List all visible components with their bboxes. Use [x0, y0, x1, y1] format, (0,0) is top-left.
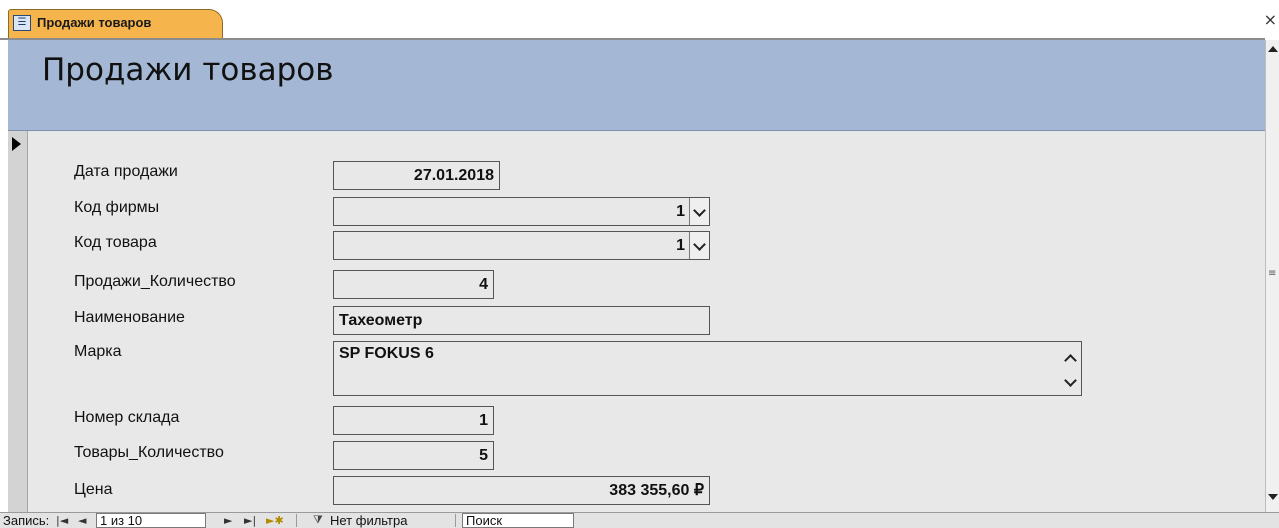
sale-date-field[interactable]: 27.01.2018 — [333, 161, 500, 190]
form-tab[interactable]: ☰ Продажи товаров — [8, 9, 223, 38]
search-input[interactable]: Поиск — [462, 513, 574, 528]
chevron-down-icon[interactable] — [689, 232, 709, 259]
last-record-icon[interactable]: ►| — [244, 513, 256, 528]
nav-separator — [455, 514, 456, 527]
current-record-arrow-icon — [12, 137, 21, 151]
warehouse-field[interactable]: 1 — [333, 406, 494, 435]
name-label: Наименование — [74, 309, 185, 326]
scroll-down-arrow-icon[interactable] — [1267, 490, 1278, 504]
new-record-icon[interactable]: ►✱ — [266, 513, 284, 528]
chevron-down-icon[interactable] — [689, 198, 709, 225]
sale-qty-field[interactable]: 4 — [333, 270, 494, 299]
price-field[interactable]: 383 355,60 ₽ — [333, 476, 710, 505]
record-label: Запись: — [3, 513, 50, 528]
vertical-scrollbar[interactable]: ≡ — [1265, 40, 1279, 512]
form-detail: Дата продажи 27.01.2018 Код фирмы 1 Код … — [28, 131, 1265, 512]
company-code-combo[interactable]: 1 — [333, 197, 710, 226]
filter-icon: ⧩ — [313, 514, 323, 526]
name-field[interactable]: Тахеометр — [333, 306, 710, 335]
tab-label: Продажи товаров — [37, 15, 152, 30]
form-icon: ☰ — [13, 15, 31, 31]
brand-label: Марка — [74, 343, 122, 360]
product-code-combo[interactable]: 1 — [333, 231, 710, 260]
scroll-down-icon[interactable] — [1064, 374, 1077, 387]
previous-record-icon[interactable]: ◄ — [78, 513, 86, 528]
warehouse-label: Номер склада — [74, 409, 180, 426]
brand-memo-field[interactable]: SP FOKUS 6 — [333, 341, 1082, 396]
scroll-grip-icon[interactable]: ≡ — [1268, 268, 1276, 279]
document-tab-bar: ☰ Продажи товаров × — [0, 0, 1279, 40]
nav-separator — [296, 514, 297, 527]
close-icon[interactable]: × — [1264, 10, 1277, 29]
goods-qty-label: Товары_Количество — [74, 444, 224, 461]
next-record-icon[interactable]: ► — [224, 513, 232, 528]
first-record-icon[interactable]: |◄ — [56, 513, 68, 528]
product-code-value: 1 — [676, 237, 685, 254]
price-label: Цена — [74, 481, 113, 498]
filter-status-button[interactable]: Нет фильтра — [330, 513, 407, 528]
company-code-value: 1 — [676, 203, 685, 220]
form-title: Продажи товаров — [42, 52, 334, 88]
sale-qty-label: Продажи_Количество — [74, 273, 236, 290]
product-code-label: Код товара — [74, 234, 157, 251]
goods-qty-field[interactable]: 5 — [333, 441, 494, 470]
sale-date-label: Дата продажи — [74, 163, 178, 180]
scroll-up-arrow-icon[interactable] — [1267, 42, 1278, 56]
form-header: Продажи товаров — [8, 40, 1265, 131]
scroll-up-icon[interactable] — [1064, 354, 1077, 367]
current-record-input[interactable]: 1 из 10 — [96, 513, 206, 528]
record-selector[interactable] — [8, 131, 28, 512]
record-navigation-bar: Запись: |◄ ◄ 1 из 10 ► ►| ►✱ ⧩ Нет фильт… — [0, 512, 1279, 528]
company-code-label: Код фирмы — [74, 199, 160, 216]
brand-value: SP FOKUS 6 — [339, 345, 434, 362]
